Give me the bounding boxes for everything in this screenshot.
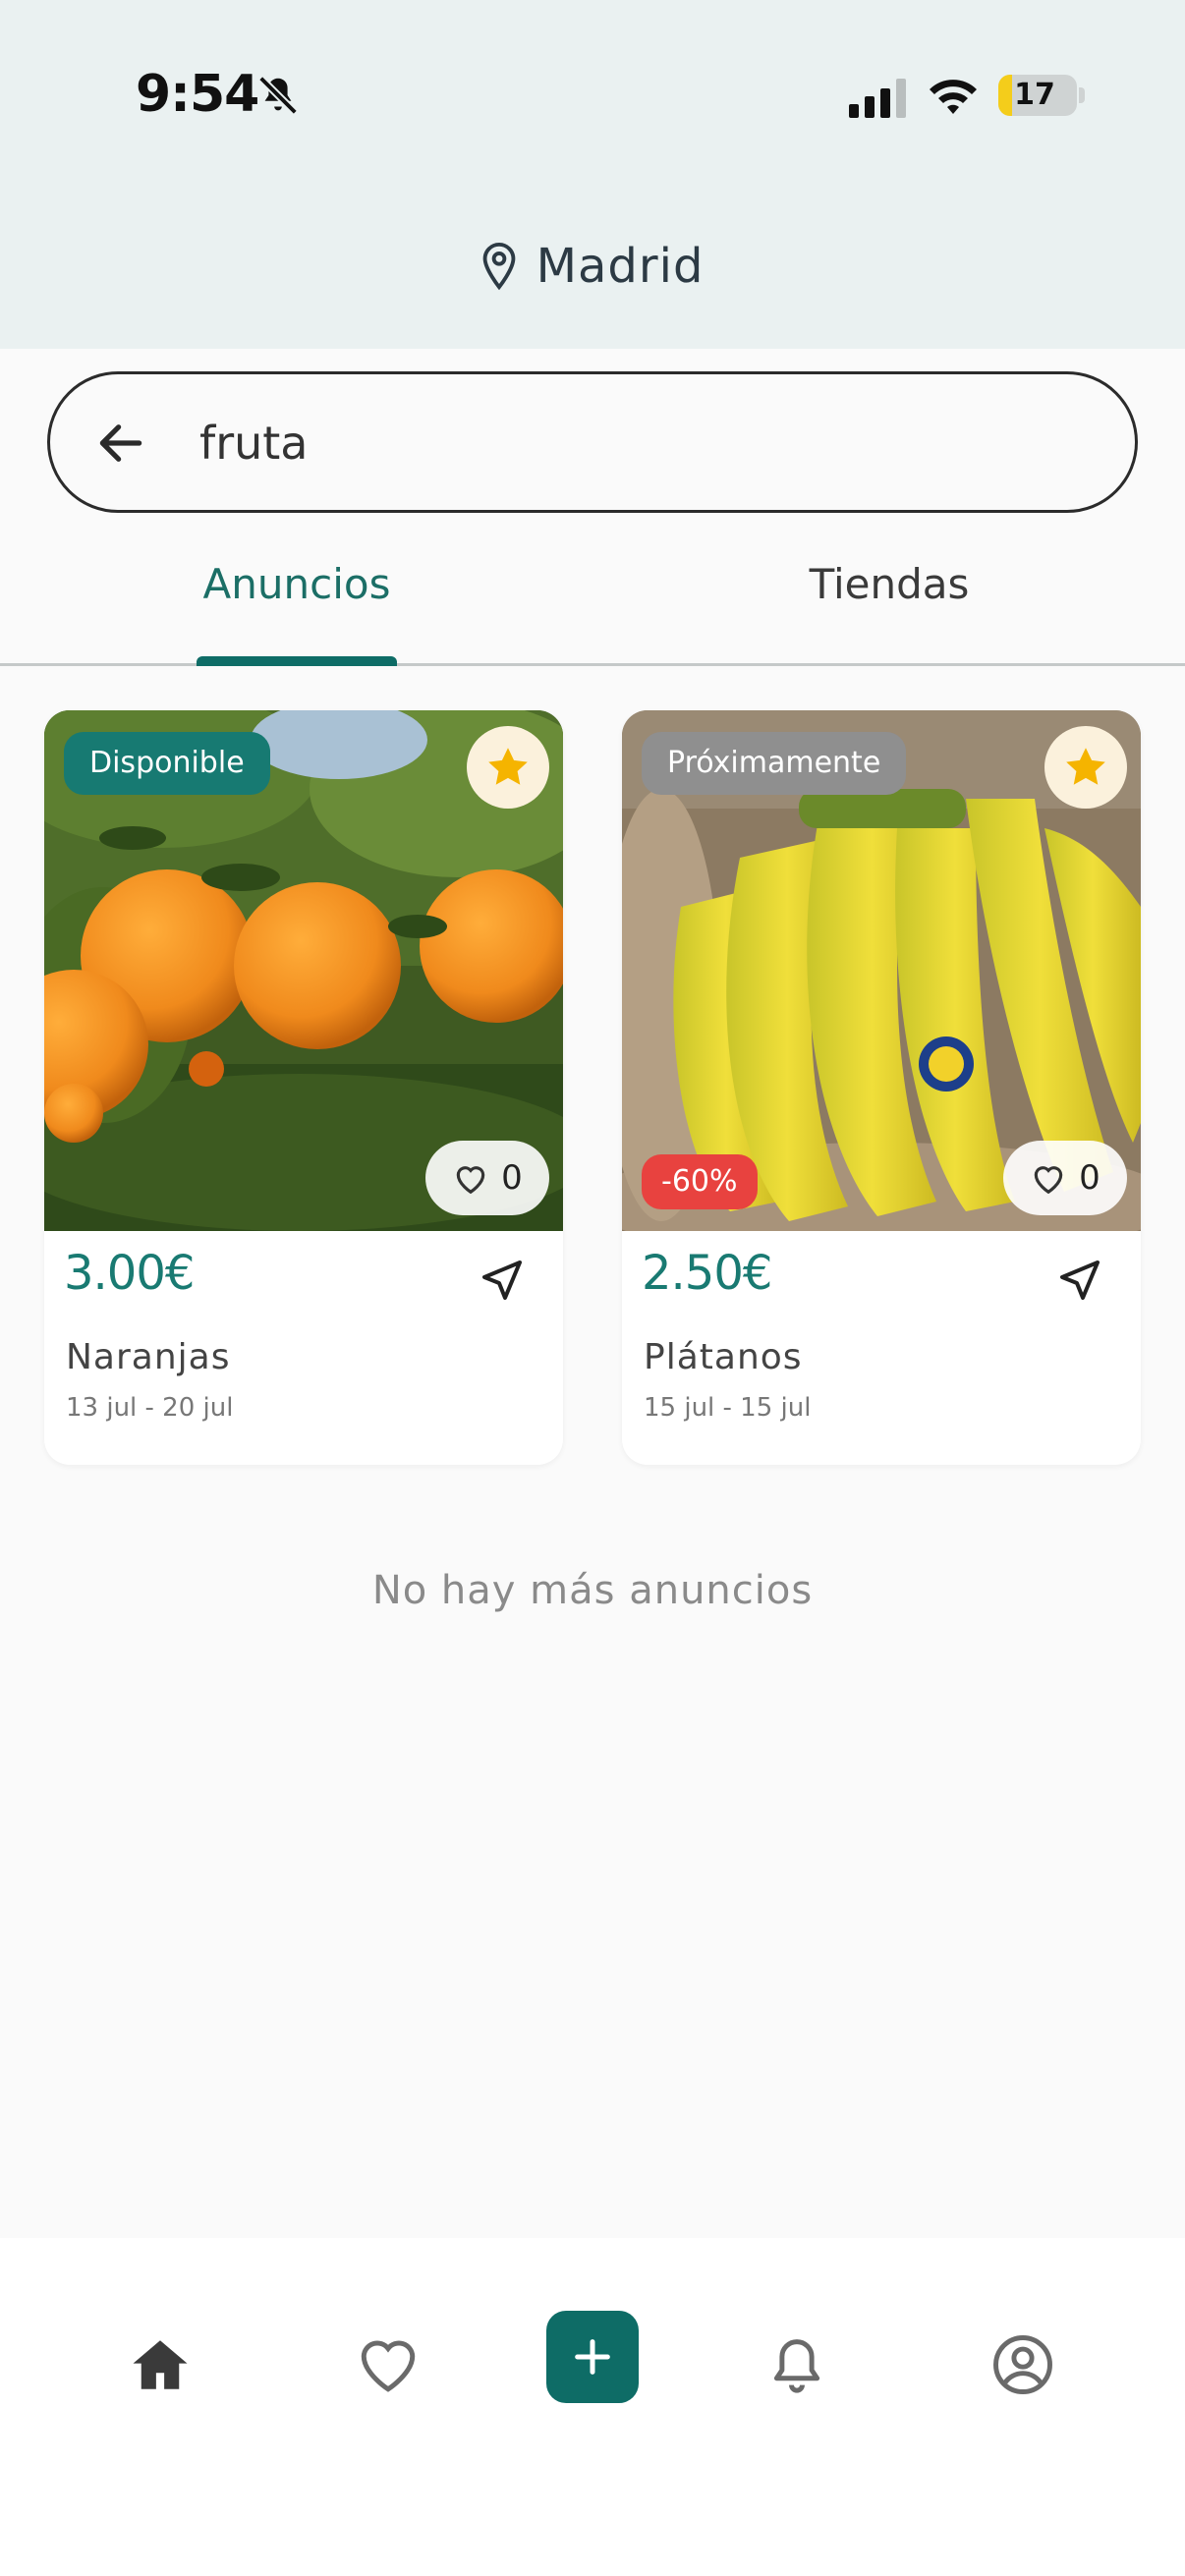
star-icon: [488, 748, 528, 785]
heart-icon: [1034, 1166, 1063, 1195]
signal-icon: [849, 79, 906, 118]
location-pin-icon: [482, 242, 515, 291]
featured-star-button[interactable]: [467, 726, 549, 809]
header: 9:54 17 Madrid: [0, 0, 1185, 349]
status-badge: Disponible: [64, 732, 270, 795]
star-icon: [1066, 748, 1105, 785]
location-selector[interactable]: Madrid: [0, 232, 1185, 301]
bottom-navigation: [0, 2238, 1185, 2576]
tab-active-indicator: [197, 656, 397, 666]
home-icon[interactable]: [128, 2332, 193, 2397]
product-dates: 13 jul - 20 jul: [66, 1393, 234, 1423]
like-button[interactable]: 0: [1003, 1141, 1127, 1215]
listing-card[interactable]: Próximamente -60% 0 2.50€ Plátanos 15 ju…: [622, 710, 1141, 1465]
search-input[interactable]: [199, 404, 1084, 482]
price: 2.50€: [642, 1246, 772, 1301]
listing-card[interactable]: Disponible 0 3.00€ Naranjas 13 jul - 20 …: [44, 710, 563, 1465]
profile-icon[interactable]: [990, 2332, 1055, 2397]
wifi-icon: [930, 80, 977, 114]
tab-divider: [0, 663, 1185, 666]
back-arrow-icon[interactable]: [93, 416, 148, 471]
price: 3.00€: [64, 1246, 195, 1301]
product-dates: 15 jul - 15 jul: [644, 1393, 812, 1423]
add-listing-button[interactable]: [546, 2311, 639, 2403]
heart-icon[interactable]: [356, 2332, 421, 2397]
plus-icon: [575, 2339, 610, 2375]
product-name: Naranjas: [66, 1337, 231, 1377]
tab-tiendas[interactable]: Tiendas: [786, 560, 992, 629]
like-button[interactable]: 0: [425, 1141, 549, 1215]
battery-level: 17: [1014, 78, 1055, 112]
end-of-list-message: No hay más anuncios: [371, 1568, 814, 1613]
location-label: Madrid: [536, 239, 705, 294]
discount-badge: -60%: [642, 1154, 758, 1209]
heart-icon: [456, 1166, 485, 1195]
status-time: 9:54: [136, 65, 259, 124]
featured-star-button[interactable]: [1044, 726, 1127, 809]
like-count: 0: [501, 1158, 523, 1198]
battery-cap: [1079, 87, 1085, 103]
navigation-arrow-icon[interactable]: [1056, 1257, 1103, 1304]
product-name: Plátanos: [644, 1337, 803, 1377]
bell-icon[interactable]: [764, 2332, 829, 2397]
battery-icon: 17: [998, 75, 1077, 116]
search-bar: [47, 371, 1138, 513]
navigation-arrow-icon[interactable]: [479, 1257, 526, 1304]
bell-off-icon: [258, 76, 298, 115]
like-count: 0: [1079, 1158, 1100, 1198]
tab-anuncios[interactable]: Anuncios: [197, 560, 397, 629]
status-badge: Próximamente: [642, 732, 907, 795]
